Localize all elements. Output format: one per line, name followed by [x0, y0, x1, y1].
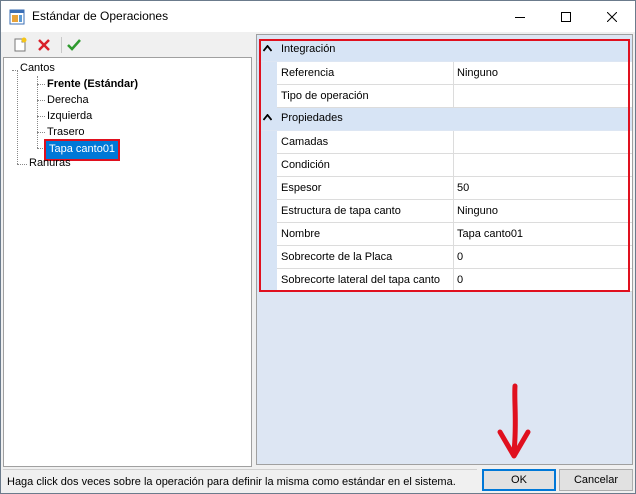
category-integracion[interactable]: Integración — [257, 39, 632, 61]
tree-node-label: Tapa canto01 — [49, 143, 116, 155]
property-row-condicion[interactable]: Condición — [257, 154, 632, 177]
property-row-sobrecorte-placa[interactable]: Sobrecorte de la Placa 0 — [257, 246, 632, 269]
property-name: Condición — [281, 159, 330, 171]
property-name: Espesor — [281, 182, 322, 194]
property-row-nombre[interactable]: Nombre Tapa canto01 — [257, 223, 632, 246]
chevron-up-icon — [263, 45, 272, 52]
tree-node-derecha[interactable]: Derecha — [47, 94, 89, 106]
property-value[interactable]: Ninguno — [457, 205, 498, 217]
property-row-camadas[interactable]: Camadas — [257, 131, 632, 154]
tree-node-cantos[interactable]: Cantos — [20, 62, 55, 74]
app-icon — [9, 9, 25, 25]
category-propiedades[interactable]: Propiedades — [257, 108, 632, 130]
property-row-sobrecorte-lateral[interactable]: Sobrecorte lateral del tapa canto 0 — [257, 269, 632, 292]
property-name: Referencia — [281, 67, 335, 79]
tree-node-label: Frente (Estándar) — [47, 78, 139, 90]
property-row-referencia[interactable]: Referencia Ninguno — [257, 62, 632, 85]
tree-connector — [37, 84, 45, 85]
property-name: Camadas — [281, 136, 329, 148]
tree-connector — [37, 76, 38, 148]
tree-connector — [37, 100, 45, 101]
property-name: Estructura de tapa canto — [281, 205, 401, 217]
dialog-window: Estándar de Operaciones Cantos Frente (E… — [0, 0, 636, 494]
check-icon — [67, 39, 81, 51]
minimize-icon — [515, 16, 525, 18]
tree-connector — [17, 70, 18, 164]
window-title: Estándar de Operaciones — [32, 9, 169, 23]
down-arrow-icon — [497, 383, 531, 459]
status-text: Haga click dos veces sobre la operación … — [7, 476, 456, 488]
property-value[interactable]: 0 — [457, 251, 463, 263]
cancel-button[interactable]: Cancelar — [559, 469, 633, 491]
chevron-up-icon — [263, 114, 272, 121]
minimize-button[interactable] — [497, 1, 543, 32]
property-name: Sobrecorte de la Placa — [281, 251, 393, 263]
title-bar: Estándar de Operaciones — [1, 1, 635, 32]
new-icon — [14, 37, 27, 52]
property-value[interactable]: 0 — [457, 274, 463, 286]
tree-node-label: Ranuras — [29, 157, 71, 169]
toolbar — [3, 34, 251, 56]
tree-connector — [37, 116, 45, 117]
ok-button-label: OK — [511, 474, 527, 486]
operations-tree[interactable]: Cantos Frente (Estándar) Derecha Izquier… — [3, 57, 252, 467]
maximize-icon — [561, 11, 571, 22]
status-bar: Haga click dos veces sobre la operación … — [3, 469, 477, 492]
property-value[interactable]: Ninguno — [457, 67, 498, 79]
property-name: Tipo de operación — [281, 90, 369, 102]
toolbar-separator — [61, 37, 62, 53]
tree-node-ranuras[interactable]: Ranuras — [29, 157, 71, 169]
property-name: Nombre — [281, 228, 321, 240]
property-grid[interactable]: Integración Referencia Ninguno Tipo de o… — [256, 34, 633, 465]
delete-icon — [38, 39, 50, 51]
category-label: Propiedades — [281, 112, 343, 124]
category-label: Integración — [281, 43, 336, 55]
close-icon — [607, 11, 617, 22]
tree-node-label: Izquierda — [47, 110, 93, 122]
tree-node-label: Derecha — [47, 94, 89, 106]
close-button[interactable] — [589, 1, 635, 32]
tree-node-izquierda[interactable]: Izquierda — [47, 110, 92, 122]
property-row-estructura[interactable]: Estructura de tapa canto Ninguno — [257, 200, 632, 223]
confirm-button[interactable] — [65, 36, 83, 54]
tree-node-label: Cantos — [20, 62, 55, 74]
property-value[interactable]: Tapa canto01 — [457, 228, 523, 240]
property-value[interactable]: 50 — [457, 182, 469, 194]
tree-node-frente[interactable]: Frente (Estándar) — [47, 78, 138, 90]
tree-connector — [37, 132, 45, 133]
property-name: Sobrecorte lateral del tapa canto — [281, 274, 440, 286]
new-button[interactable] — [11, 36, 29, 54]
tree-node-label: Trasero — [47, 126, 85, 138]
cancel-button-label: Cancelar — [573, 474, 619, 486]
maximize-button[interactable] — [543, 1, 589, 32]
delete-button[interactable] — [35, 36, 53, 54]
tree-node-trasero[interactable]: Trasero — [47, 126, 85, 138]
tree-connector — [17, 164, 27, 165]
tree-connector — [12, 70, 18, 71]
property-row-espesor[interactable]: Espesor 50 — [257, 177, 632, 200]
ok-button[interactable]: OK — [482, 469, 556, 491]
property-row-tipo-operacion[interactable]: Tipo de operación — [257, 85, 632, 108]
